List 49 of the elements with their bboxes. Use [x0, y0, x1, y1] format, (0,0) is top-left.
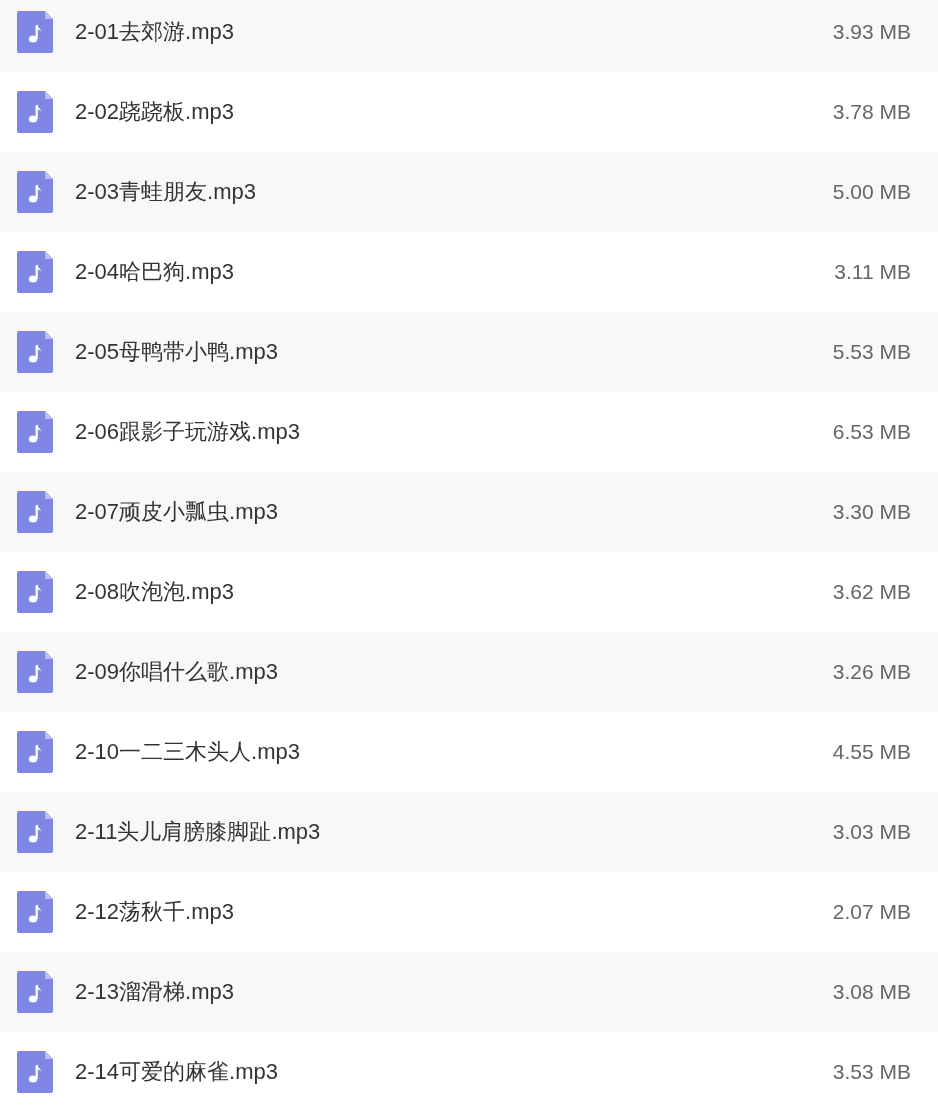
- music-file-icon: [17, 91, 53, 133]
- file-row[interactable]: 2-05母鸭带小鸭.mp3 5.53 MB: [0, 312, 938, 392]
- file-name: 2-09你唱什么歌.mp3: [75, 658, 278, 686]
- music-file-icon: [17, 411, 53, 453]
- file-name: 2-03青蛙朋友.mp3: [75, 178, 256, 206]
- file-name: 2-12荡秋千.mp3: [75, 898, 234, 926]
- file-name: 2-06跟影子玩游戏.mp3: [75, 418, 300, 446]
- music-file-icon: [17, 331, 53, 373]
- music-file-icon: [17, 891, 53, 933]
- file-name: 2-07顽皮小瓢虫.mp3: [75, 498, 278, 526]
- music-file-icon: [17, 811, 53, 853]
- file-name: 2-05母鸭带小鸭.mp3: [75, 338, 278, 366]
- file-name: 2-10一二三木头人.mp3: [75, 738, 300, 766]
- file-size: 5.53 MB: [832, 340, 911, 364]
- music-file-icon: [17, 251, 53, 293]
- file-size: 3.93 MB: [832, 20, 911, 44]
- music-file-icon: [17, 491, 53, 533]
- file-size: 3.53 MB: [832, 1060, 911, 1084]
- music-file-icon: [17, 971, 53, 1013]
- file-row[interactable]: 2-11头儿肩膀膝脚趾.mp3 3.03 MB: [0, 792, 938, 872]
- file-row[interactable]: 2-01去郊游.mp3 3.93 MB: [0, 0, 938, 72]
- file-size: 3.08 MB: [832, 980, 911, 1004]
- file-size: 3.26 MB: [832, 660, 911, 684]
- file-name: 2-01去郊游.mp3: [75, 18, 234, 46]
- file-size: 3.78 MB: [832, 100, 911, 124]
- file-name: 2-13溜滑梯.mp3: [75, 978, 234, 1006]
- music-file-icon: [17, 11, 53, 53]
- file-name: 2-04哈巴狗.mp3: [75, 258, 234, 286]
- file-name: 2-11头儿肩膀膝脚趾.mp3: [75, 818, 321, 846]
- file-row[interactable]: 2-09你唱什么歌.mp3 3.26 MB: [0, 632, 938, 712]
- file-size: 3.62 MB: [832, 580, 911, 604]
- file-row[interactable]: 2-03青蛙朋友.mp3 5.00 MB: [0, 152, 938, 232]
- file-size: 2.07 MB: [832, 900, 911, 924]
- file-size: 6.53 MB: [832, 420, 911, 444]
- file-size: 5.00 MB: [832, 180, 911, 204]
- file-size: 3.30 MB: [832, 500, 911, 524]
- file-name: 2-02跷跷板.mp3: [75, 98, 234, 126]
- file-size: 4.55 MB: [832, 740, 911, 764]
- file-size: 3.11 MB: [834, 260, 911, 284]
- music-file-icon: [17, 1051, 53, 1093]
- music-file-icon: [17, 571, 53, 613]
- music-file-icon: [17, 651, 53, 693]
- file-row[interactable]: 2-13溜滑梯.mp3 3.08 MB: [0, 952, 938, 1032]
- file-name: 2-08吹泡泡.mp3: [75, 578, 234, 606]
- music-file-icon: [17, 171, 53, 213]
- file-name: 2-14可爱的麻雀.mp3: [75, 1058, 278, 1086]
- music-file-icon: [17, 731, 53, 773]
- file-size: 3.03 MB: [832, 820, 911, 844]
- file-row[interactable]: 2-07顽皮小瓢虫.mp3 3.30 MB: [0, 472, 938, 552]
